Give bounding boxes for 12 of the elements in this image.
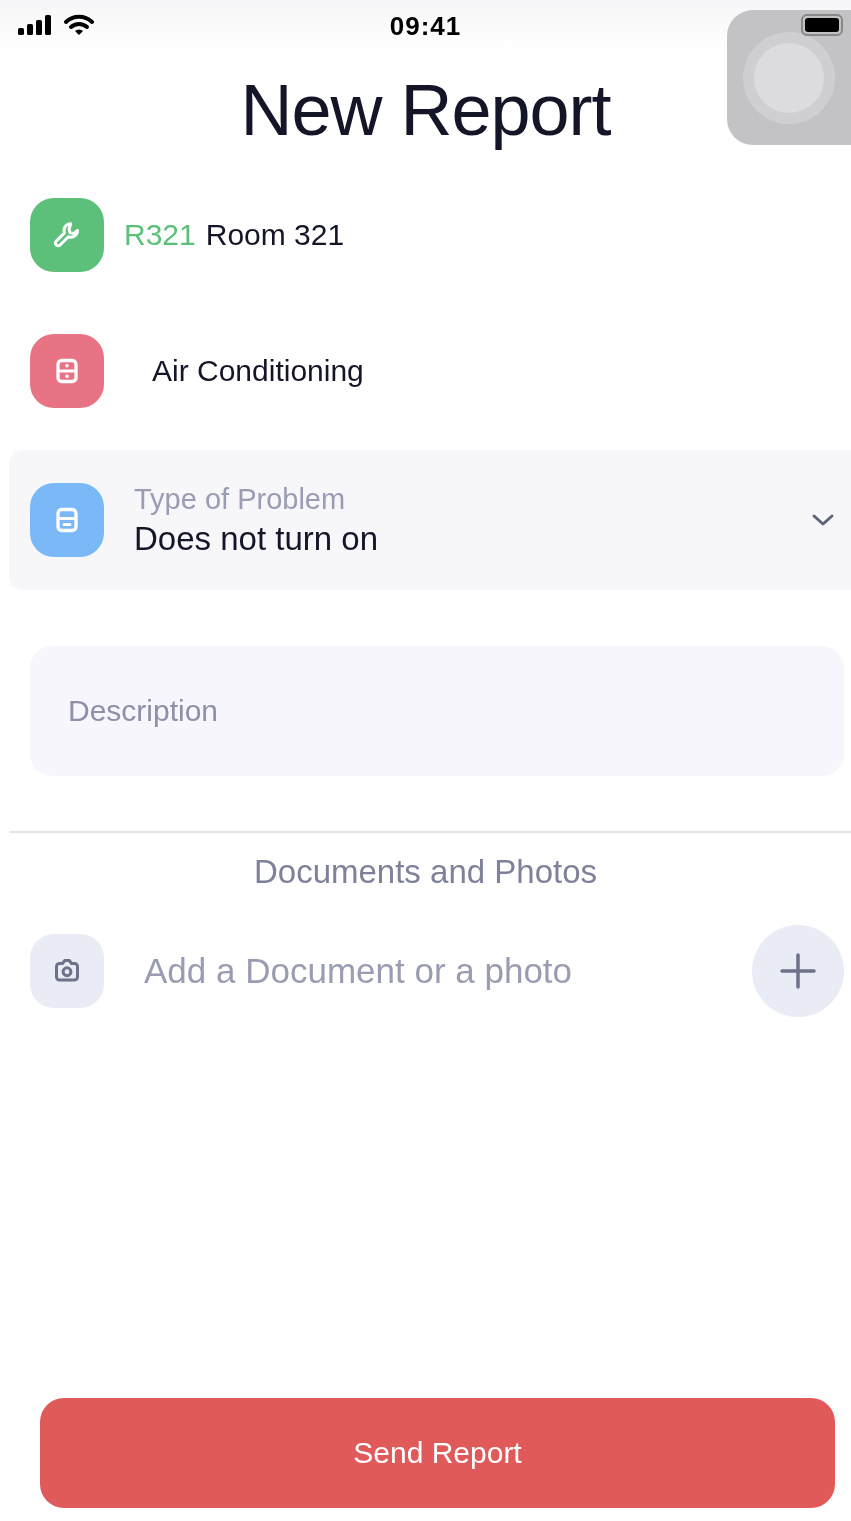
status-time: 09:41 xyxy=(389,11,462,42)
problem-value: Does not turn on xyxy=(134,519,379,558)
category-label: Air Conditioning xyxy=(152,354,364,388)
problem-label: Type of Problem xyxy=(134,482,347,516)
add-document-label: Add a Document or a photo xyxy=(144,951,574,991)
description-field[interactable]: Description xyxy=(30,646,844,776)
send-report-button[interactable]: Send Report xyxy=(40,1398,835,1508)
room-name: Room 321 xyxy=(205,218,345,252)
page-title: New Report xyxy=(240,69,611,152)
problem-dropdown[interactable]: Type of Problem Does not turn on xyxy=(9,450,851,590)
documents-heading: Documents and Photos xyxy=(252,853,598,891)
room-code: R321 xyxy=(124,218,196,252)
